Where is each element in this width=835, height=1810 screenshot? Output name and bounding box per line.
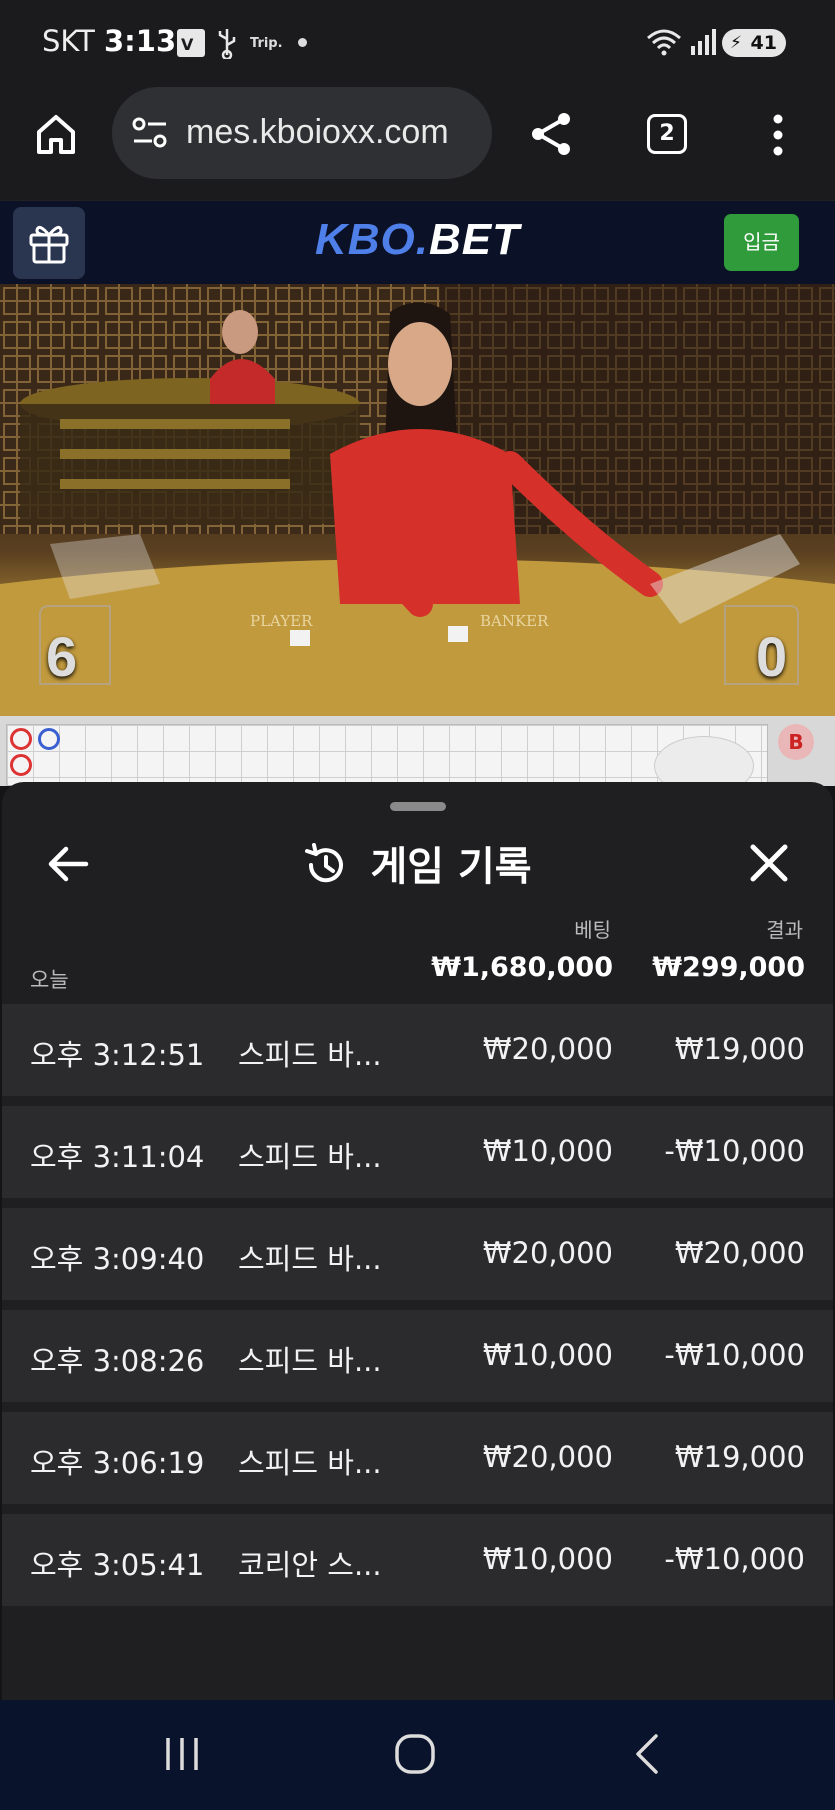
browser-toolbar: mes.kboioxx.com 2	[0, 86, 835, 200]
status-bar: SKT 3:13 V Trip. ⚡ 41	[0, 0, 835, 86]
total-bet: ₩1,680,000	[431, 952, 613, 983]
history-row[interactable]: 오후 3:08:26 스피드 바... ₩10,000 -₩10,000	[2, 1310, 833, 1402]
row-time: 오후 3:06:19	[30, 1446, 205, 1480]
row-result: ₩20,000	[674, 1236, 805, 1270]
sheet-title: 게임 기록	[370, 844, 532, 890]
close-icon[interactable]	[748, 842, 790, 888]
clock: 3:13	[104, 24, 177, 58]
logo-main: KBO.	[315, 215, 429, 264]
row-bet: ₩20,000	[482, 1032, 613, 1066]
banker-score: 0	[756, 625, 788, 688]
url-text[interactable]: mes.kboioxx.com	[186, 113, 449, 152]
history-icon	[303, 843, 347, 891]
battery-indicator: ⚡ 41	[722, 29, 786, 57]
more-vert-icon[interactable]	[771, 114, 785, 160]
row-time: 오후 3:11:04	[30, 1140, 205, 1174]
site-settings-icon[interactable]	[130, 115, 170, 155]
history-list: 오후 3:12:51 스피드 바... ₩20,000 ₩19,000 오후 3…	[2, 1004, 833, 1616]
logo-accent: BET	[429, 215, 520, 264]
player-ring-marker	[38, 728, 60, 750]
site-header: KBO.BET 입금	[0, 200, 835, 284]
wifi-icon	[646, 28, 682, 61]
charging-icon: ⚡	[730, 33, 742, 53]
dealer-scene: PLAYER BANKER	[0, 284, 835, 716]
row-game: 코리안 스...	[238, 1548, 382, 1582]
total-result: ₩299,000	[652, 952, 805, 983]
row-bet: ₩10,000	[482, 1542, 613, 1576]
player-score: 6	[46, 625, 78, 688]
home-circle-icon[interactable]	[394, 1733, 436, 1779]
row-game: 스피드 바...	[238, 1140, 382, 1174]
row-result: -₩10,000	[664, 1338, 805, 1372]
history-row[interactable]: 오후 3:09:40 스피드 바... ₩20,000 ₩20,000	[2, 1208, 833, 1300]
history-row[interactable]: 오후 3:05:41 코리안 스... ₩10,000 -₩10,000	[2, 1514, 833, 1606]
row-game: 스피드 바...	[238, 1242, 382, 1276]
svg-text:BANKER: BANKER	[480, 612, 549, 630]
banker-ring-marker	[10, 728, 32, 750]
share-icon[interactable]	[528, 110, 576, 162]
row-bet: ₩10,000	[482, 1134, 613, 1168]
live-video[interactable]: PLAYER BANKER 6 0	[0, 284, 835, 716]
row-game: 스피드 바...	[238, 1446, 382, 1480]
row-result: ₩19,000	[674, 1032, 805, 1066]
bet-column-header: 베팅	[574, 918, 611, 942]
row-game: 스피드 바...	[238, 1344, 382, 1378]
result-column-header: 결과	[766, 918, 803, 942]
svg-text:V: V	[181, 35, 194, 54]
row-bet: ₩10,000	[482, 1338, 613, 1372]
svg-text:PLAYER: PLAYER	[250, 612, 313, 630]
trip-label: Trip.	[250, 36, 283, 51]
today-label: 오늘	[30, 968, 69, 992]
row-bet: ₩20,000	[482, 1440, 613, 1474]
row-time: 오후 3:09:40	[30, 1242, 205, 1276]
row-game: 스피드 바...	[238, 1038, 382, 1072]
row-time: 오후 3:08:26	[30, 1344, 205, 1378]
sheet-drag-handle[interactable]	[390, 802, 446, 811]
notification-dot	[298, 38, 307, 47]
history-row[interactable]: 오후 3:11:04 스피드 바... ₩10,000 -₩10,000	[2, 1106, 833, 1198]
signal-icon	[690, 28, 716, 61]
row-time: 오후 3:12:51	[30, 1038, 205, 1072]
row-result: ₩19,000	[674, 1440, 805, 1474]
site-logo[interactable]: KBO.BET	[0, 215, 835, 265]
sheet-header: 게임 기록	[2, 832, 833, 902]
nav-back-icon[interactable]	[632, 1732, 662, 1780]
game-history-sheet: 게임 기록 베팅 결과 오늘 ₩1,680,000 ₩299,000 오후 3:…	[2, 782, 833, 1700]
battery-level: 41	[750, 32, 777, 54]
usb-icon	[216, 27, 238, 64]
history-row[interactable]: 오후 3:06:19 스피드 바... ₩20,000 ₩19,000	[2, 1412, 833, 1504]
row-result: -₩10,000	[664, 1542, 805, 1576]
carrier-label: SKT	[42, 24, 95, 58]
home-icon[interactable]	[34, 112, 78, 160]
address-bar[interactable]: mes.kboioxx.com	[112, 87, 492, 179]
deposit-button[interactable]: 입금	[724, 214, 799, 271]
tab-switcher-button[interactable]: 2	[647, 114, 687, 154]
row-time: 오후 3:05:41	[30, 1548, 205, 1582]
system-nav-bar	[0, 1700, 835, 1810]
banker-badge: B	[778, 724, 814, 760]
vpn-icon: V	[176, 28, 206, 63]
history-row[interactable]: 오후 3:12:51 스피드 바... ₩20,000 ₩19,000	[2, 1004, 833, 1096]
roadmap-strip: B	[0, 716, 835, 796]
row-bet: ₩20,000	[482, 1236, 613, 1270]
bead-road-grid	[6, 724, 768, 786]
row-result: -₩10,000	[664, 1134, 805, 1168]
banker-ring-marker	[10, 754, 32, 776]
recents-icon[interactable]	[162, 1734, 202, 1778]
